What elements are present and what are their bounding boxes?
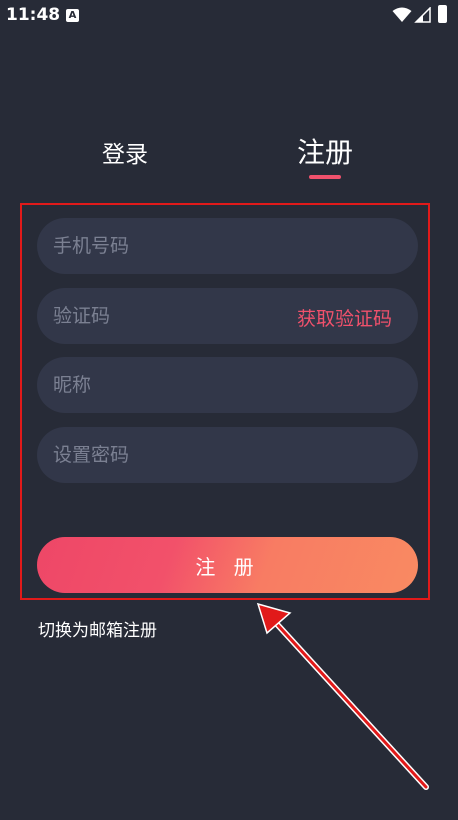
register-button[interactable]: 注 册 bbox=[37, 537, 418, 593]
nickname-input[interactable] bbox=[53, 357, 283, 413]
phone-field bbox=[37, 218, 418, 274]
code-field: 获取验证码 bbox=[37, 288, 418, 344]
get-code-button[interactable]: 获取验证码 bbox=[297, 304, 392, 331]
active-tab-indicator bbox=[309, 175, 341, 179]
battery-icon bbox=[438, 5, 447, 23]
tab-login[interactable]: 登录 bbox=[102, 135, 148, 169]
notification-a-icon: A bbox=[66, 9, 79, 22]
nickname-field bbox=[37, 357, 418, 413]
status-bar: 11:48 A bbox=[0, 0, 458, 32]
status-time: 11:48 bbox=[6, 5, 61, 25]
switch-to-email-link[interactable]: 切换为邮箱注册 bbox=[38, 616, 157, 641]
signal-icon bbox=[414, 7, 431, 23]
tab-register[interactable]: 注册 bbox=[297, 131, 353, 171]
wifi-icon bbox=[392, 7, 412, 22]
code-input[interactable] bbox=[53, 288, 283, 344]
register-screen: 11:48 A 登录 注册 获取验证码 注 册 切换为邮箱注册 bbox=[0, 0, 458, 820]
password-input[interactable] bbox=[53, 427, 283, 483]
phone-input[interactable] bbox=[53, 218, 283, 274]
password-field bbox=[37, 427, 418, 483]
